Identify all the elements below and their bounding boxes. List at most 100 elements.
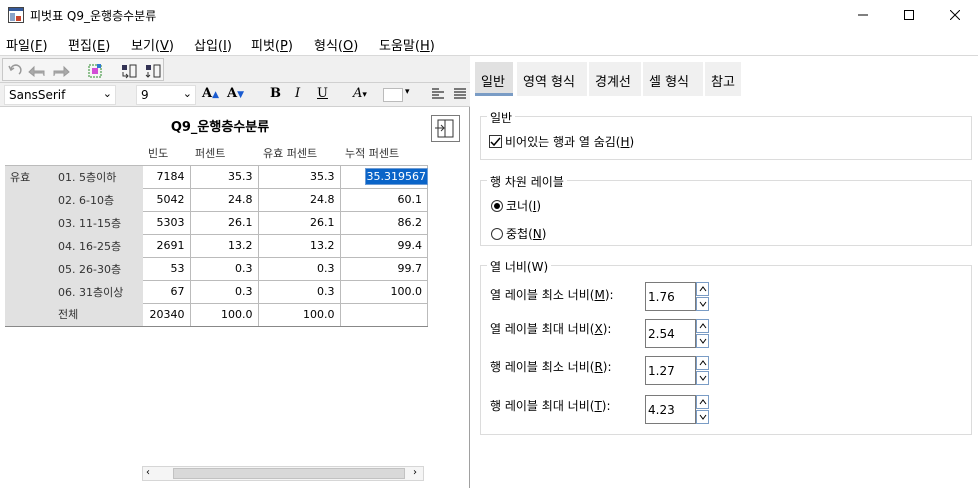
italic-icon[interactable]: I [295, 86, 300, 101]
cell-valid-percent[interactable]: 26.1 [258, 211, 341, 235]
go-forward-icon[interactable] [51, 62, 71, 80]
undo-icon[interactable] [5, 62, 25, 80]
cell-frequency[interactable]: 5042 [143, 188, 191, 212]
chevron-down-icon[interactable] [696, 297, 709, 311]
cell-valid-percent[interactable]: 0.3 [258, 257, 341, 281]
fill-color-swatch[interactable] [383, 88, 403, 102]
underline-icon[interactable]: U [317, 86, 328, 101]
minimize-button[interactable] [840, 0, 886, 30]
row-label[interactable]: 03. 11-15층 [53, 211, 143, 234]
cell-percent[interactable]: 26.1 [190, 211, 259, 235]
maximize-button[interactable] [886, 0, 932, 30]
chevron-down-icon[interactable] [696, 410, 709, 424]
swap-rows-icon[interactable] [119, 62, 139, 80]
column-header-percent[interactable]: 퍼센트 [190, 142, 258, 166]
cell-percent[interactable]: 13.2 [190, 234, 259, 258]
group-label[interactable]: 유효 [5, 165, 53, 188]
cell-valid-percent[interactable]: 100.0 [258, 303, 341, 327]
chevron-down-icon[interactable]: ▾ [405, 87, 410, 97]
radio-unselected-icon[interactable] [491, 227, 503, 240]
cell-valid-percent[interactable]: 35.3 [258, 165, 341, 189]
row-label[interactable]: 02. 6-10층 [53, 188, 143, 211]
corner-radio[interactable]: 코너(I) [491, 197, 541, 214]
min-col-label-width-stepper[interactable] [645, 282, 710, 311]
go-back-icon[interactable] [27, 62, 47, 80]
column-header-frequency[interactable]: 빈도 [143, 142, 190, 166]
chevron-down-icon[interactable] [696, 371, 709, 385]
min-col-label-width-input[interactable] [645, 282, 696, 311]
cell-cumulative-percent[interactable] [340, 303, 428, 327]
chevron-up-icon[interactable] [696, 395, 709, 409]
cell-frequency[interactable]: 7184 [143, 165, 191, 189]
tab-borders[interactable]: 경계선 [589, 62, 641, 96]
cell-frequency[interactable]: 20340 [143, 303, 191, 327]
menu-format[interactable]: 형식(O) [314, 35, 358, 54]
font-size-select[interactable]: 9 ⌄ [136, 85, 196, 105]
max-row-label-width-input[interactable] [645, 395, 696, 424]
max-col-label-width-input[interactable] [645, 319, 696, 348]
menu-view[interactable]: 보기(V) [131, 35, 174, 54]
cell-frequency[interactable]: 2691 [143, 234, 191, 258]
dimension-swap-icon[interactable] [431, 115, 460, 142]
row-label[interactable]: 전체 [53, 303, 143, 327]
swap-columns-icon[interactable] [143, 62, 163, 80]
horizontal-scrollbar[interactable]: ‹ › [142, 466, 424, 481]
min-row-label-width-stepper[interactable] [645, 356, 710, 385]
increase-font-icon[interactable]: A▲ [202, 86, 219, 101]
max-col-label-width-stepper[interactable] [645, 319, 710, 348]
cell-cumulative-percent[interactable]: 100.0 [340, 280, 428, 304]
cell-percent[interactable]: 24.8 [190, 188, 259, 212]
row-label[interactable]: 06. 31층이상 [53, 280, 143, 303]
cell-valid-percent[interactable]: 0.3 [258, 280, 341, 304]
radio-selected-icon[interactable] [491, 199, 503, 212]
cell-cumulative-percent[interactable]: 99.4 [340, 234, 428, 258]
font-family-select[interactable]: SansSerif ⌄ [4, 85, 116, 105]
column-header-cumulative-percent[interactable]: 누적 퍼센트 [340, 142, 428, 166]
cell-edit-selection[interactable]: 35.319567 [364, 168, 428, 185]
menu-edit[interactable]: 편집(E) [68, 35, 110, 54]
cell-valid-percent[interactable]: 13.2 [258, 234, 341, 258]
chevron-up-icon[interactable] [696, 356, 709, 370]
hide-empty-checkbox[interactable]: 비어있는 행과 열 숨김(H) [489, 133, 634, 150]
decrease-font-icon[interactable]: A▼ [227, 86, 244, 101]
nested-radio[interactable]: 중첩(N) [491, 225, 546, 242]
row-label[interactable]: 04. 16-25층 [53, 234, 143, 257]
menu-insert[interactable]: 삽입(I) [194, 35, 232, 54]
chevron-down-icon[interactable] [696, 334, 709, 348]
cell-cumulative-percent[interactable]: 86.2 [340, 211, 428, 235]
column-header-valid-percent[interactable]: 유효 퍼센트 [258, 142, 340, 166]
chevron-up-icon[interactable] [696, 319, 709, 333]
tab-cell-format[interactable]: 셀 형식 [643, 62, 703, 96]
bold-icon[interactable]: B [270, 86, 281, 101]
menu-pivot[interactable]: 피벗(P) [251, 35, 293, 54]
cell-cumulative-percent[interactable]: 99.7 [340, 257, 428, 281]
row-label[interactable]: 05. 26-30층 [53, 257, 143, 280]
cell-cumulative-percent[interactable]: 60.1 [340, 188, 428, 212]
tab-notes[interactable]: 참고 [705, 62, 741, 96]
min-row-label-width-input[interactable] [645, 356, 696, 385]
close-button[interactable] [932, 0, 978, 30]
cell-percent[interactable]: 0.3 [190, 280, 259, 304]
align-justify-icon[interactable] [453, 87, 467, 104]
tab-area-format[interactable]: 영역 형식 [517, 62, 587, 96]
cell-cumulative-percent-editing[interactable]: 35.319567 [340, 165, 428, 189]
cell-frequency[interactable]: 5303 [143, 211, 191, 235]
align-left-icon[interactable] [431, 87, 445, 104]
cell-valid-percent[interactable]: 24.8 [258, 188, 341, 212]
scrollbar-thumb[interactable] [173, 468, 405, 479]
cell-frequency[interactable]: 53 [143, 257, 191, 281]
scroll-right-icon[interactable]: › [413, 467, 417, 478]
tab-general[interactable]: 일반 [475, 62, 513, 96]
menu-help[interactable]: 도움말(H) [379, 35, 435, 54]
max-row-label-width-stepper[interactable] [645, 395, 710, 424]
cell-frequency[interactable]: 67 [143, 280, 191, 304]
text-color-icon[interactable]: A▾ [353, 86, 367, 101]
checkbox-checked-icon[interactable] [489, 135, 502, 148]
scroll-left-icon[interactable]: ‹ [146, 467, 150, 478]
cell-percent[interactable]: 100.0 [190, 303, 259, 327]
menu-file[interactable]: 파일(F) [6, 35, 48, 54]
chevron-up-icon[interactable] [696, 282, 709, 296]
cell-percent[interactable]: 35.3 [190, 165, 259, 189]
cell-percent[interactable]: 0.3 [190, 257, 259, 281]
pivot-trays-icon[interactable] [85, 62, 105, 80]
